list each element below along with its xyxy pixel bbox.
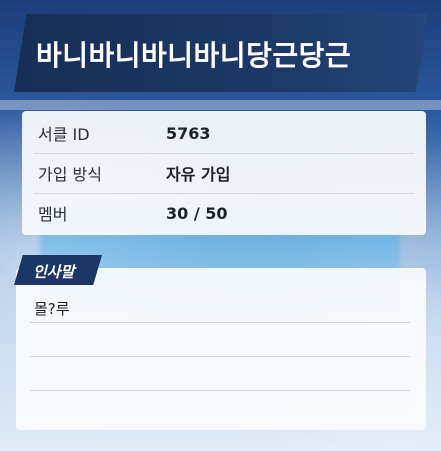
members-value: 30 / 50: [166, 203, 228, 223]
circle-info-card: 서클 ID 5763 가입 방식 자유 가입 멤버 30 / 50: [22, 111, 426, 235]
background-stripe: [0, 100, 441, 110]
join-method-label: 가입 방식: [38, 165, 102, 184]
greeting-card: [16, 268, 426, 430]
circle-id-value: 5763: [166, 123, 211, 143]
info-row-join-method: 가입 방식 자유 가입: [34, 153, 414, 194]
info-row-members: 멤버 30 / 50: [34, 193, 414, 233]
members-label: 멤버: [38, 205, 68, 224]
divider: [30, 390, 410, 391]
divider: [30, 356, 410, 357]
join-method-value: 자유 가입: [166, 165, 231, 184]
divider: [30, 322, 410, 323]
circle-name: 바니바니바니바니당근당근: [36, 39, 352, 72]
circle-id-label: 서클 ID: [38, 125, 90, 144]
greeting-tab-label: 인사말: [33, 263, 75, 281]
info-row-circle-id: 서클 ID 5763: [34, 113, 414, 154]
greeting-message: 몰?루: [34, 300, 70, 318]
